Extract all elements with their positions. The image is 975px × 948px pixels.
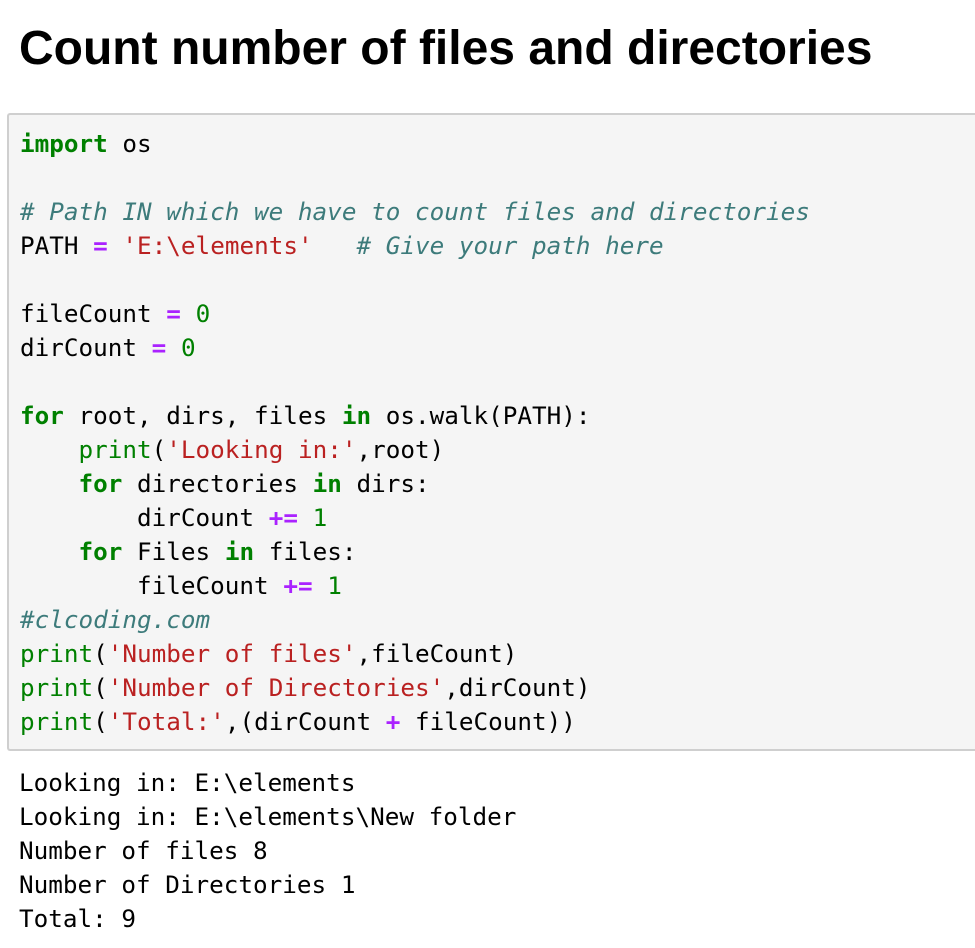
code-token: Files	[122, 537, 225, 566]
code-line: for root, dirs, files in os.walk(PATH):	[20, 399, 810, 433]
code-line: print('Number of files',fileCount)	[20, 637, 810, 671]
string-token: 'Number of files'	[107, 639, 357, 668]
code-token: directories	[122, 469, 313, 498]
operator-token: =	[151, 333, 167, 362]
number-token: 1	[327, 571, 342, 600]
code-line: dirCount += 1	[20, 501, 810, 535]
comment-token: #clcoding.com	[20, 605, 211, 634]
code-line: PATH = 'E:\elements' # Give your path he…	[20, 229, 810, 263]
code-line: print('Looking in:',root)	[20, 433, 810, 467]
output-line: Looking in: E:\elements\New folder	[19, 802, 517, 831]
number-token: 1	[312, 503, 328, 532]
code-cell[interactable]: import os # Path IN which we have to cou…	[7, 113, 975, 751]
operator-token: =	[166, 299, 181, 328]
keyword-token: import	[20, 129, 108, 158]
code-line: print('Total:',(dirCount + fileCount))	[20, 705, 810, 739]
code-token: (	[151, 435, 167, 464]
operator-token: +=	[283, 571, 313, 600]
code-line: fileCount += 1	[20, 569, 810, 603]
code-line: print('Number of Directories',dirCount)	[20, 671, 810, 705]
code-line: for Files in files:	[20, 535, 810, 569]
keyword-token: in	[312, 469, 342, 498]
code-token: dirCount	[20, 333, 152, 362]
builtin-token: print	[78, 435, 152, 464]
code-token: (	[93, 639, 108, 668]
operator-token: +	[385, 707, 401, 736]
code-token: root, dirs, files	[63, 401, 342, 430]
code-token: (	[93, 707, 108, 736]
code-line: # Path IN which we have to count files a…	[20, 195, 810, 229]
keyword-token: in	[224, 537, 255, 566]
code-block[interactable]: import os # Path IN which we have to cou…	[20, 127, 810, 739]
comment-token: # Give your path here	[356, 231, 664, 260]
output-line: Total: 9	[19, 904, 137, 933]
code-line: for directories in dirs:	[20, 467, 810, 501]
code-token: dirCount	[20, 503, 269, 532]
operator-token: +=	[268, 503, 298, 532]
code-token: os	[107, 129, 152, 158]
builtin-token: print	[20, 707, 94, 736]
output-area: Looking in: E:\elements Looking in: E:\el…	[19, 766, 516, 936]
code-token: fileCount))	[400, 707, 576, 736]
builtin-token: print	[20, 639, 94, 668]
code-token: os.walk(PATH):	[371, 401, 591, 430]
code-line: dirCount = 0	[20, 331, 810, 365]
output-line: Number of files 8	[19, 836, 268, 865]
code-token: (	[93, 673, 108, 702]
string-token: 'E:\elements'	[122, 231, 313, 260]
keyword-token: for	[78, 537, 123, 566]
page-title: Count number of files and directories	[19, 22, 873, 75]
code-token: fileCount	[20, 571, 284, 600]
keyword-token: in	[341, 401, 372, 430]
string-token: 'Looking in:'	[166, 435, 357, 464]
comment-token: # Path IN which we have to count files a…	[20, 197, 810, 226]
builtin-token: print	[20, 673, 94, 702]
code-line: import os	[20, 127, 810, 161]
number-token: 0	[180, 333, 196, 362]
keyword-token: for	[78, 469, 123, 498]
code-token: ,root)	[356, 435, 445, 464]
number-token: 0	[195, 299, 211, 328]
output-line: Looking in: E:\elements	[19, 768, 356, 797]
keyword-token: for	[20, 401, 64, 430]
string-token: 'Number of Directories'	[107, 673, 445, 702]
operator-token: =	[93, 231, 108, 260]
code-token: PATH	[20, 231, 94, 260]
code-token: ,dirCount)	[444, 673, 591, 702]
code-line: #clcoding.com	[20, 603, 810, 637]
code-token: files:	[254, 537, 357, 566]
code-token: ,fileCount)	[356, 639, 518, 668]
output-line: Number of Directories 1	[19, 870, 356, 899]
code-token: fileCount	[20, 299, 167, 328]
string-token: 'Total:'	[107, 707, 225, 736]
code-token: dirs:	[341, 469, 430, 498]
code-token: ,(dirCount	[224, 707, 386, 736]
code-line: fileCount = 0	[20, 297, 810, 331]
